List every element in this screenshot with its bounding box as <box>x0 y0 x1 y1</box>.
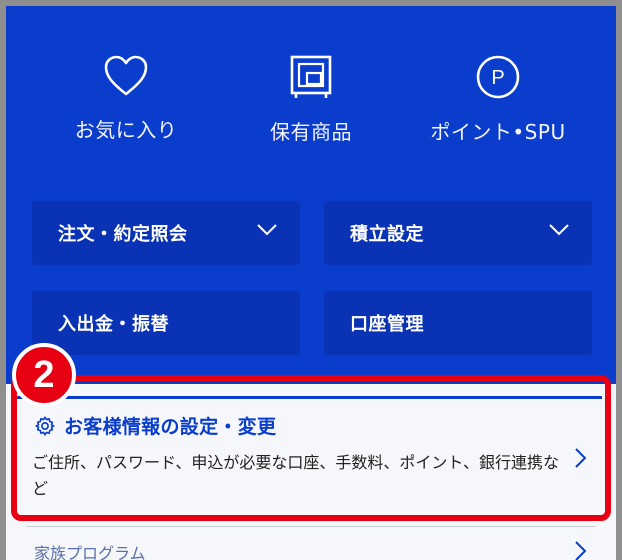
holdings-label: 保有商品 <box>270 120 352 144</box>
order-inquiry-menu[interactable]: 注文・約定照会 <box>32 201 300 265</box>
account-management-menu[interactable]: 口座管理 <box>324 291 592 355</box>
account-label: 口座管理 <box>350 314 424 335</box>
deposit-transfer-menu[interactable]: 入出金・振替 <box>32 291 300 355</box>
points-icon-glyph: P <box>491 67 504 89</box>
list-divider <box>26 526 596 527</box>
points-shortcut[interactable]: P ポイント•SPU <box>398 54 598 145</box>
holdings-icon <box>290 55 332 98</box>
family-program-item[interactable]: 家族プログラム <box>34 540 146 560</box>
deposit-label: 入出金・振替 <box>58 314 169 335</box>
points-icon: P <box>476 55 520 99</box>
chevron-down-icon <box>257 224 277 236</box>
step-badge: 2 <box>12 343 76 407</box>
holdings-shortcut[interactable]: 保有商品 <box>211 54 411 145</box>
heart-icon <box>104 55 148 96</box>
order-inquiry-label: 注文・約定照会 <box>58 224 188 245</box>
chevron-right-icon[interactable] <box>574 540 588 560</box>
accumulation-settings-menu[interactable]: 積立設定 <box>324 201 592 265</box>
accumulation-label: 積立設定 <box>350 224 424 245</box>
points-label: ポイント•SPU <box>430 120 566 144</box>
favorites-label: お気に入り <box>74 118 178 142</box>
highlight-box <box>11 375 611 521</box>
chevron-down-icon <box>549 224 569 236</box>
screenshot-frame: お気に入り 保有商品 P ポイント•SPU 注文・約定照会 積立設定 入出金・振… <box>0 0 622 560</box>
favorites-shortcut[interactable]: お気に入り <box>26 54 226 143</box>
shortcut-row: お気に入り 保有商品 P ポイント•SPU <box>6 54 616 164</box>
